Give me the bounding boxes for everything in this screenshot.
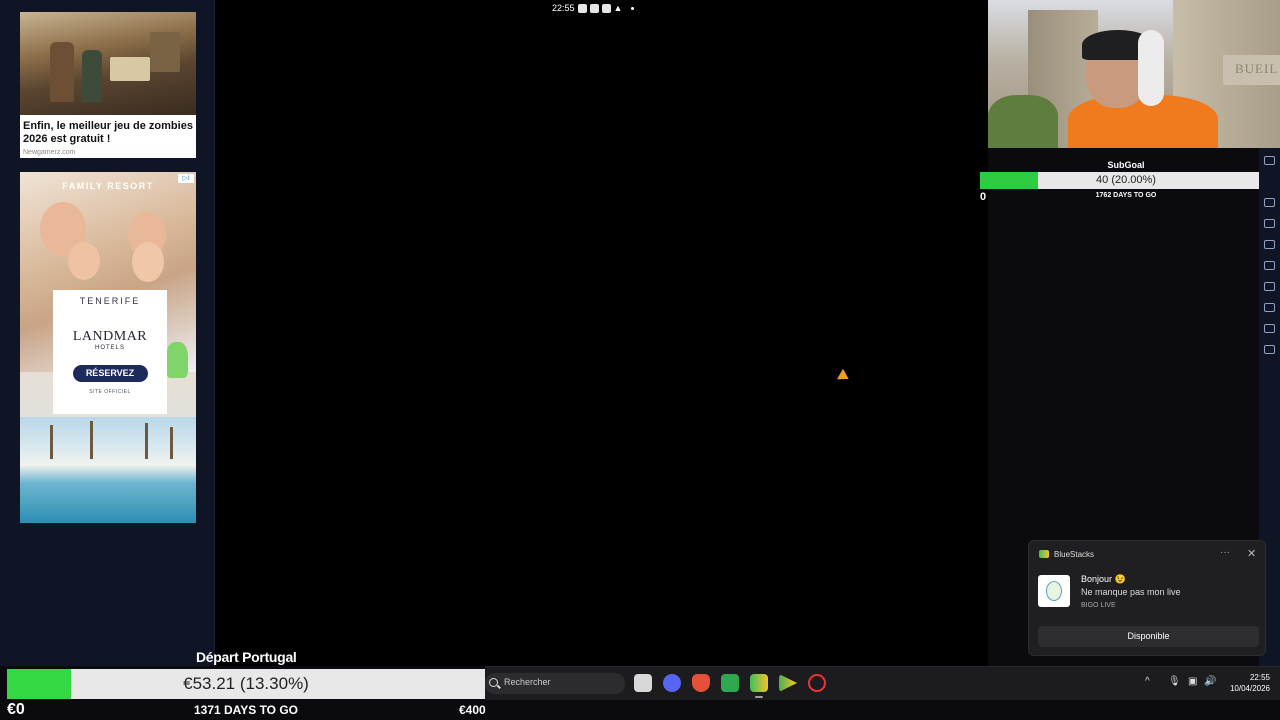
landmar-hotel-ad[interactable]: FAMILY RESORT ▷ⅰ TENERIFE LANDMAR HOTELS… (20, 172, 196, 523)
status-time: 22:55 (552, 3, 575, 13)
game-viewport[interactable]: 22:55 ▲ (215, 0, 988, 666)
folder-icon[interactable] (1264, 219, 1275, 228)
ad-brand-card: TENERIFE LANDMAR HOTELS RÉSERVEZ SITE OF… (53, 290, 167, 414)
adchoices-icon[interactable]: ▷ⅰ (178, 174, 194, 183)
system-clock[interactable]: 22:55 10/04/2026 (1220, 672, 1270, 694)
taskbar-search[interactable]: Rechercher (485, 673, 625, 694)
more-options-icon[interactable]: ··· (1220, 547, 1230, 558)
goal-progress-bar: €53.21 (13.30%) (7, 669, 485, 699)
mouse-cursor-icon (837, 368, 852, 385)
search-placeholder: Rechercher (504, 677, 551, 687)
warning-icon: ▲ (613, 3, 623, 13)
taskbar: Rechercher ^ 🎙 ▣ 🔊 22:55 10/04/2026 (485, 666, 1280, 700)
notification-message: Ne manque pas mon live (1081, 587, 1181, 597)
task-view-icon[interactable] (634, 674, 652, 692)
network-icon[interactable]: ▣ (1188, 676, 1197, 687)
dot-icon (631, 6, 635, 10)
screen: Enfin, le meilleur jeu de zombies 2026 e… (0, 0, 1280, 720)
available-button[interactable]: Disponible (1038, 626, 1259, 647)
notification-title: Bonjour 😉 (1081, 574, 1126, 584)
keyboard-icon[interactable] (1264, 156, 1275, 165)
active-indicator (755, 696, 763, 698)
zombie-game-ad[interactable]: Enfin, le meilleur jeu de zombies 2026 e… (20, 12, 196, 158)
brave-browser-icon[interactable] (692, 674, 710, 692)
copy-icon[interactable] (1264, 261, 1275, 270)
notification-source: BIGO LIVE (1081, 602, 1116, 609)
discord-icon[interactable] (663, 674, 681, 692)
chevron-up-icon[interactable]: ^ (1145, 676, 1150, 687)
ad-site-label: SITE OFFICIEL (89, 389, 131, 395)
microphone-icon[interactable]: 🎙 (1168, 676, 1181, 687)
webcam-sign: BUEIL (1223, 55, 1280, 85)
camera-icon[interactable] (1264, 198, 1275, 207)
goal-max: €400 (459, 703, 486, 717)
goal-progress-text: €53.21 (13.30%) (183, 674, 309, 693)
clock-date: 10/04/2026 (1229, 684, 1270, 693)
subgoal-progress-text: 40 (20.00%) (1096, 174, 1156, 186)
plane-icon[interactable] (1264, 240, 1275, 249)
left-ad-column: Enfin, le meilleur jeu de zombies 2026 e… (0, 0, 215, 666)
toast-notification[interactable]: BlueStacks ··· ✕ Bonjour 😉 Ne manque pas… (1028, 540, 1266, 656)
refresh-icon[interactable] (1264, 345, 1275, 354)
status-bar: 22:55 ▲ (552, 3, 635, 13)
notification-app-name: BlueStacks (1054, 550, 1095, 559)
headphones (1138, 30, 1164, 106)
ad-brand-sub: HOTELS (94, 345, 125, 351)
play-store-icon[interactable] (779, 674, 797, 692)
ad-source: Newgamerz.com (23, 149, 76, 156)
subgoal-title: SubGoal (1107, 160, 1145, 170)
eraser-icon[interactable] (1264, 282, 1275, 291)
app-icon[interactable] (808, 674, 826, 692)
spreadsheet-icon[interactable] (721, 674, 739, 692)
clock-time: 22:55 (1249, 673, 1270, 682)
ad-image-medieval-scene (20, 12, 196, 115)
search-icon (489, 678, 498, 687)
volume-icon[interactable]: 🔊 (1204, 676, 1216, 687)
subgoal-widget: SubGoal 40 (20.00%) 0 1762 DAYS TO GO 20… (980, 158, 1280, 206)
ad-brand: LANDMAR (72, 329, 148, 344)
ad-destination: TENERIFE (79, 296, 141, 306)
subgoal-progress-bar: 40 (20.00%) (980, 172, 1272, 189)
subgoal-days: 1762 DAYS TO GO (1095, 192, 1157, 199)
bulb-icon[interactable] (1264, 303, 1275, 312)
goal-title: Départ Portugal (196, 649, 297, 665)
bluestacks-icon[interactable] (750, 674, 768, 692)
app-icon (601, 3, 611, 13)
app-icon (589, 3, 599, 13)
reserve-button[interactable]: RÉSERVEZ (72, 365, 148, 382)
ad-pool-photo (20, 417, 196, 523)
goal-min: €0 (7, 701, 25, 718)
app-icon (577, 3, 587, 13)
close-icon[interactable]: ✕ (1247, 547, 1256, 560)
bluestacks-icon (1039, 550, 1049, 558)
bigo-live-avatar (1038, 575, 1070, 607)
goal-days: 1371 DAYS TO GO (193, 703, 299, 717)
ad-headline: Enfin, le meilleur jeu de zombies 2026 e… (23, 120, 193, 145)
ad-tagline: FAMILY RESORT (62, 181, 154, 191)
webcam-feed: BUEIL (988, 0, 1280, 148)
layers-icon[interactable] (1264, 324, 1275, 333)
